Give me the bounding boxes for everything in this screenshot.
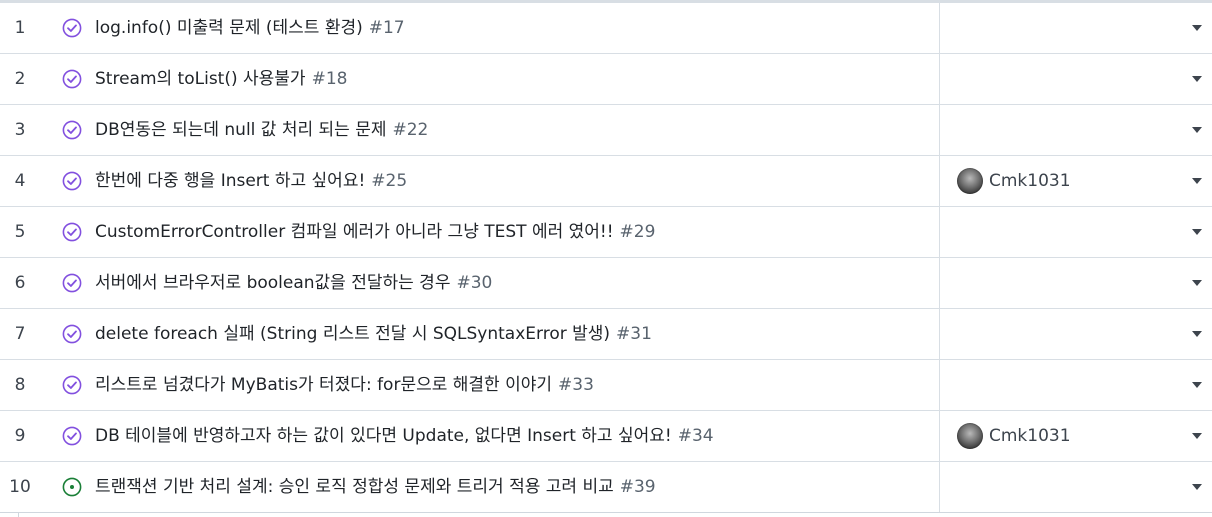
- caret-down-icon[interactable]: [1192, 229, 1202, 235]
- row-number: 2: [14, 69, 26, 89]
- issue-title[interactable]: 리스트로 넘겼다가 MyBatis가 터졌다: for문으로 해결한 이야기: [95, 375, 552, 395]
- check-circle-icon: [62, 18, 82, 38]
- issue-title-link[interactable]: 서버에서 브라우저로 boolean값을 전달하는 경우 #30: [95, 258, 492, 308]
- check-circle-icon: [62, 171, 82, 191]
- dot-circle-icon: [62, 477, 82, 497]
- table-row[interactable]: 6 서버에서 브라우저로 boolean값을 전달하는 경우 #30: [0, 258, 1212, 309]
- issue-title[interactable]: 한번에 다중 행을 Insert 하고 싶어요!: [95, 171, 365, 191]
- issue-number[interactable]: #25: [371, 171, 407, 191]
- check-circle-icon: [62, 426, 82, 446]
- issue-number[interactable]: #22: [393, 120, 429, 140]
- caret-down-icon[interactable]: [1192, 280, 1202, 286]
- column-divider: [939, 309, 940, 359]
- column-divider: [939, 411, 940, 461]
- issue-title-link[interactable]: delete foreach 실패 (String 리스트 전달 시 SQLSy…: [95, 309, 652, 359]
- table-row[interactable]: 2 Stream의 toList() 사용불가 #18: [0, 54, 1212, 105]
- column-divider: [939, 258, 940, 308]
- issue-title-link[interactable]: DB 테이블에 반영하고자 하는 값이 있다면 Update, 없다면 Inse…: [95, 411, 714, 461]
- table-row[interactable]: 8 리스트로 넘겼다가 MyBatis가 터졌다: for문으로 해결한 이야기 #…: [0, 360, 1212, 411]
- issue-title-link[interactable]: log.info() 미출력 문제 (테스트 환경) #17: [95, 3, 405, 53]
- check-circle-icon: [62, 273, 82, 293]
- issue-title-link[interactable]: 리스트로 넘겼다가 MyBatis가 터졌다: for문으로 해결한 이야기 #3…: [95, 360, 594, 410]
- row-number: 6: [14, 273, 26, 293]
- check-circle-icon: [62, 69, 82, 89]
- table-row[interactable]: 9 DB 테이블에 반영하고자 하는 값이 있다면 Update, 없다면 Ins…: [0, 411, 1212, 462]
- row-number: 8: [14, 375, 26, 395]
- table-row[interactable]: 3 DB연동은 되는데 null 값 처리 되는 문제 #22: [0, 105, 1212, 156]
- issue-title-link[interactable]: 한번에 다중 행을 Insert 하고 싶어요! #25: [95, 156, 407, 206]
- issue-title[interactable]: log.info() 미출력 문제 (테스트 환경): [95, 18, 363, 38]
- caret-down-icon[interactable]: [1192, 127, 1202, 133]
- issue-number[interactable]: #31: [616, 324, 652, 344]
- issue-number[interactable]: #39: [620, 477, 656, 497]
- assignee-name: Cmk1031: [989, 426, 1071, 446]
- issue-number[interactable]: #34: [678, 426, 714, 446]
- issue-title[interactable]: delete foreach 실패 (String 리스트 전달 시 SQLSy…: [95, 324, 610, 344]
- issue-number[interactable]: #17: [369, 18, 405, 38]
- issue-title-link[interactable]: 트랜잭션 기반 처리 설계: 승인 로직 정합성 문제와 트리거 적용 고려 비…: [95, 462, 656, 512]
- row-number: 10: [9, 477, 31, 497]
- issue-title[interactable]: DB연동은 되는데 null 값 처리 되는 문제: [95, 120, 387, 140]
- column-divider: [939, 207, 940, 257]
- avatar: [957, 168, 983, 194]
- assignee[interactable]: Cmk1031: [957, 423, 1071, 449]
- table-row[interactable]: 7 delete foreach 실패 (String 리스트 전달 시 SQLS…: [0, 309, 1212, 360]
- issues-table: 1 log.info() 미출력 문제 (테스트 환경) #17 2 Stream의 t…: [0, 0, 1212, 517]
- row-number: 4: [14, 171, 26, 191]
- table-edge-tick: [18, 512, 19, 517]
- caret-down-icon[interactable]: [1192, 178, 1202, 184]
- row-number: 1: [14, 18, 26, 38]
- issue-number[interactable]: #18: [312, 69, 348, 89]
- column-divider: [939, 156, 940, 206]
- caret-down-icon[interactable]: [1192, 433, 1202, 439]
- issue-title-link[interactable]: Stream의 toList() 사용불가 #18: [95, 54, 347, 104]
- table-row[interactable]: 5 CustomErrorController 컴파일 에러가 아니라 그냥 TE…: [0, 207, 1212, 258]
- assignee[interactable]: Cmk1031: [957, 168, 1071, 194]
- issue-title[interactable]: CustomErrorController 컴파일 에러가 아니라 그냥 TES…: [95, 222, 614, 242]
- avatar: [957, 423, 983, 449]
- row-number: 7: [14, 324, 26, 344]
- issue-title[interactable]: DB 테이블에 반영하고자 하는 값이 있다면 Update, 없다면 Inse…: [95, 426, 672, 446]
- column-divider: [939, 3, 940, 53]
- check-circle-icon: [62, 324, 82, 344]
- row-number: 9: [14, 426, 26, 446]
- issue-title[interactable]: 트랜잭션 기반 처리 설계: 승인 로직 정합성 문제와 트리거 적용 고려 비…: [95, 477, 614, 497]
- column-divider: [939, 105, 940, 155]
- issue-number[interactable]: #29: [620, 222, 656, 242]
- row-number: 3: [14, 120, 26, 140]
- assignee-name: Cmk1031: [989, 171, 1071, 191]
- table-row[interactable]: 10 트랜잭션 기반 처리 설계: 승인 로직 정합성 문제와 트리거 적용 고려…: [0, 462, 1212, 513]
- caret-down-icon[interactable]: [1192, 25, 1202, 31]
- check-circle-icon: [62, 222, 82, 242]
- issue-title-link[interactable]: DB연동은 되는데 null 값 처리 되는 문제 #22: [95, 105, 428, 155]
- table-row[interactable]: 1 log.info() 미출력 문제 (테스트 환경) #17: [0, 3, 1212, 54]
- column-divider: [939, 462, 940, 512]
- issue-number[interactable]: #30: [456, 273, 492, 293]
- table-row[interactable]: 4 한번에 다중 행을 Insert 하고 싶어요! #25 Cmk1031: [0, 156, 1212, 207]
- check-circle-icon: [62, 375, 82, 395]
- caret-down-icon[interactable]: [1192, 484, 1202, 490]
- check-circle-icon: [62, 120, 82, 140]
- row-number: 5: [14, 222, 26, 242]
- column-divider: [939, 54, 940, 104]
- caret-down-icon[interactable]: [1192, 331, 1202, 337]
- column-divider: [939, 360, 940, 410]
- caret-down-icon[interactable]: [1192, 76, 1202, 82]
- issue-title[interactable]: Stream의 toList() 사용불가: [95, 69, 306, 89]
- issue-title[interactable]: 서버에서 브라우저로 boolean값을 전달하는 경우: [95, 273, 450, 293]
- issue-number[interactable]: #33: [558, 375, 594, 395]
- caret-down-icon[interactable]: [1192, 382, 1202, 388]
- issue-title-link[interactable]: CustomErrorController 컴파일 에러가 아니라 그냥 TES…: [95, 207, 655, 257]
